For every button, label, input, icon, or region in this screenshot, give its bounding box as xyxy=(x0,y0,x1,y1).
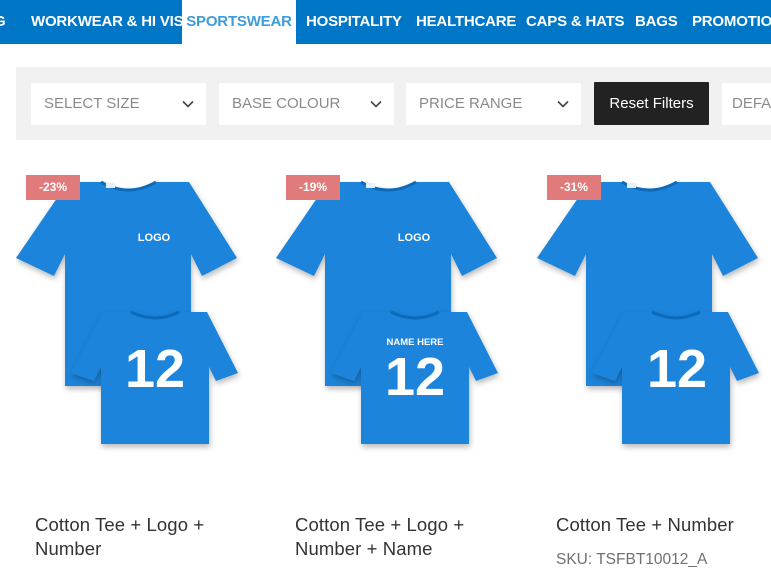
discount-badge: -31% xyxy=(547,175,602,200)
shirt-number-text: 12 xyxy=(385,347,445,407)
nav-item-caps-hats[interactable]: CAPS & HATS xyxy=(526,0,625,44)
neck-label-icon xyxy=(627,183,636,188)
reset-filters-button[interactable]: Reset Filters xyxy=(594,82,709,125)
shirt-logo-text: LOGO xyxy=(138,232,171,244)
shirt-number-text: 12 xyxy=(125,339,185,399)
size-filter-label: SELECT SIZE xyxy=(44,95,140,112)
sort-select-label: DEFAU xyxy=(732,95,771,112)
shirt-logo-text: LOGO xyxy=(398,232,431,244)
nav-item-promotional[interactable]: PROMOTIO xyxy=(692,0,771,44)
product-card[interactable]: -31% 12 Cotton Tee + Number SKU: TSFBT10… xyxy=(537,172,771,572)
price-filter-label: PRICE RANGE xyxy=(419,95,523,112)
product-card[interactable]: -23% LOGO 12 Cotton Tee + Logo + Number xyxy=(16,172,256,572)
price-filter-select[interactable]: PRICE RANGE xyxy=(406,83,581,125)
nav-item-bags[interactable]: BAGS xyxy=(635,0,678,44)
colour-filter-select[interactable]: BASE COLOUR xyxy=(219,83,394,125)
discount-badge: -19% xyxy=(286,175,341,200)
nav-item-g[interactable]: G xyxy=(0,0,6,44)
main-navigation: G WORKWEAR & HI VIS SPORTSWEAR HOSPITALI… xyxy=(0,0,771,44)
neck-label-icon xyxy=(106,183,115,188)
nav-item-hospitality[interactable]: HOSPITALITY xyxy=(306,0,402,44)
colour-filter-label: BASE COLOUR xyxy=(232,95,341,112)
product-image[interactable]: 12 xyxy=(537,172,771,472)
product-image[interactable]: LOGO NAME HERE 12 xyxy=(276,172,516,472)
discount-badge: -23% xyxy=(26,175,81,200)
product-title[interactable]: Cotton Tee + Logo + Number xyxy=(35,513,255,561)
chevron-down-icon xyxy=(370,100,382,108)
size-filter-select[interactable]: SELECT SIZE xyxy=(31,83,206,125)
nav-item-healthcare[interactable]: HEALTHCARE xyxy=(416,0,516,44)
product-title[interactable]: Cotton Tee + Number xyxy=(556,513,771,537)
nav-item-workwear[interactable]: WORKWEAR & HI VIS xyxy=(31,0,184,44)
product-title[interactable]: Cotton Tee + Logo + Number + Name xyxy=(295,513,515,561)
nav-item-sportswear[interactable]: SPORTSWEAR xyxy=(182,0,296,44)
neck-label-icon xyxy=(366,183,375,188)
chevron-down-icon xyxy=(182,100,194,108)
product-card[interactable]: -19% LOGO NAME HERE 12 Cotton Tee + Logo… xyxy=(276,172,516,572)
product-image[interactable]: LOGO 12 xyxy=(16,172,256,472)
product-sku: SKU: TSFBT10012_A xyxy=(556,551,708,568)
shirt-number-text: 12 xyxy=(647,339,707,399)
sort-select[interactable]: DEFAU xyxy=(722,83,771,125)
chevron-down-icon xyxy=(557,100,569,108)
filter-bar: SELECT SIZE BASE COLOUR PRICE RANGE Rese… xyxy=(16,67,771,140)
